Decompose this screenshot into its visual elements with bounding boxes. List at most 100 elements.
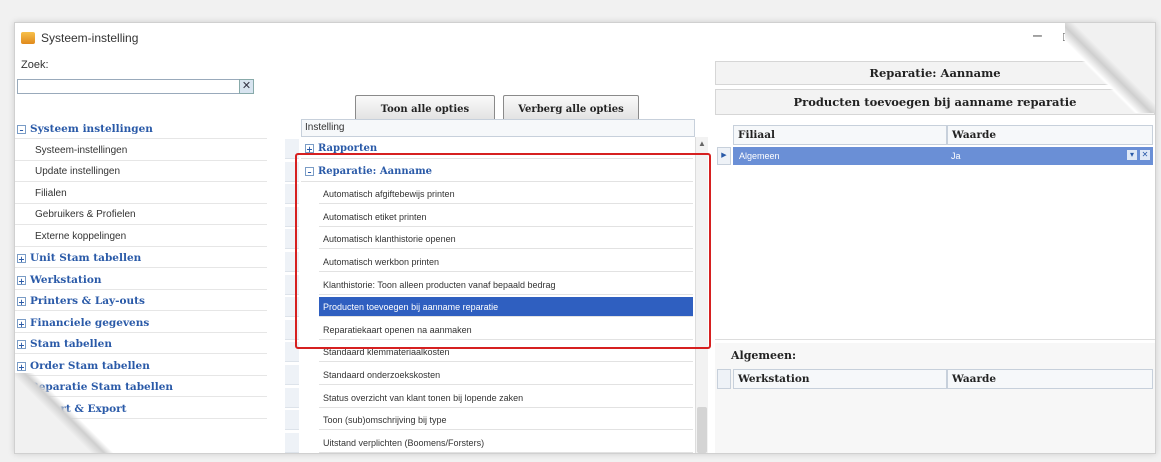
- row-indicator: [285, 252, 299, 272]
- expand-icon[interactable]: +: [17, 254, 26, 263]
- tree-label: Stam tabellen: [30, 338, 112, 350]
- setting-label: Automatisch afgiftebewijs printen: [323, 189, 455, 200]
- setting-label: Rapporten: [318, 143, 378, 154]
- tree-category[interactable]: + Printers & Lay-outs: [15, 291, 267, 311]
- table-row[interactable]: Algemeen Ja ▾ ✕: [733, 147, 1153, 165]
- row-indicator: [285, 365, 299, 385]
- tree-item[interactable]: Update instellingen: [15, 162, 267, 182]
- clear-value-icon[interactable]: ✕: [1139, 149, 1151, 161]
- setting-row[interactable]: Uitstand verplichten (Boomens/Forsters): [319, 433, 693, 453]
- setting-row[interactable]: Automatisch werkbon printen: [319, 252, 693, 272]
- tree-category[interactable]: + Unit Stam tabellen: [15, 248, 267, 268]
- setting-row[interactable]: Standaard onderzoekskosten: [319, 365, 693, 385]
- row-indicator: [285, 319, 299, 340]
- expand-icon[interactable]: +: [17, 318, 26, 328]
- vertical-scrollbar[interactable]: ▲: [695, 137, 708, 453]
- app-folder-icon: [21, 32, 35, 44]
- setting-label: Automatisch klanthistorie openen: [323, 234, 456, 245]
- setting-label: Automatisch werkbon printen: [323, 257, 440, 267]
- setting-label: Producten toevoegen bij aanname reparati…: [323, 302, 499, 313]
- search-label: Zoek:: [21, 59, 49, 71]
- tree-label: Systeem-instellingen: [35, 144, 128, 156]
- settings-window: Systeem-instelling – □ Zoek: ✕ –Systeem …: [14, 22, 1156, 454]
- lower-row-indicator: [717, 369, 731, 389]
- setting-label: Reparatiekaart openen na aanmaken: [323, 324, 472, 335]
- cell-waarde[interactable]: Ja: [951, 147, 961, 165]
- collapse-icon[interactable]: –: [17, 125, 26, 134]
- tree-category[interactable]: + Financiele gegevens: [15, 313, 267, 333]
- tree-item[interactable]: Externe koppelingen: [15, 227, 267, 247]
- setting-label: Klanthistorie: Toon alleen producten van…: [323, 279, 556, 290]
- scroll-thumb[interactable]: [697, 407, 707, 453]
- setting-label: Reparatie: Aanname: [318, 165, 433, 177]
- tree-label: Order Stam tabellen: [30, 359, 150, 372]
- setting-label: Status overzicht van klant tonen bij lop…: [323, 392, 524, 403]
- window-title: Systeem-instelling: [41, 31, 139, 45]
- collapse-icon[interactable]: –: [305, 166, 314, 176]
- setting-label: Standaard klemmateriaalkosten: [323, 347, 450, 358]
- tree-category[interactable]: + Stam tabellen: [15, 334, 267, 354]
- scroll-up-arrow-icon[interactable]: ▲: [696, 137, 708, 151]
- column-header-waarde: Waarde: [947, 125, 1153, 145]
- setting-row[interactable]: Automatisch etiket printen: [319, 207, 693, 227]
- setting-row[interactable]: Reparatiekaart openen na aanmaken: [319, 320, 693, 340]
- column-header-filiaal: Filiaal: [733, 125, 947, 145]
- tree-label: Printers & Lay-outs: [30, 295, 145, 307]
- setting-label: Automatisch etiket printen: [323, 211, 427, 222]
- tree-label: Financiele gegevens: [30, 316, 150, 329]
- tree-label: Update instellingen: [35, 166, 121, 177]
- row-indicator: [285, 161, 299, 182]
- row-indicator: [285, 387, 299, 408]
- settings-group-row[interactable]: – Reparatie: Aanname: [301, 162, 693, 182]
- setting-label: Uitstand verplichten (Boomens/Forsters): [323, 437, 485, 448]
- row-indicator: [285, 206, 299, 227]
- row-indicator: [285, 229, 299, 250]
- dropdown-icon[interactable]: ▾: [1126, 149, 1138, 161]
- minimize-button[interactable]: –: [1033, 27, 1042, 45]
- setting-row[interactable]: Automatisch klanthistorie openen: [319, 229, 693, 250]
- expand-icon[interactable]: +: [17, 340, 26, 349]
- tree-label: Filialen: [35, 187, 67, 199]
- row-indicator: [285, 184, 299, 205]
- page-curl-decoration: [1065, 23, 1155, 113]
- search-input[interactable]: [17, 79, 239, 94]
- tree-item[interactable]: Systeem-instellingen: [15, 141, 267, 161]
- expand-icon[interactable]: +: [17, 275, 26, 285]
- tree-category[interactable]: – Systeem instellingen: [15, 119, 267, 139]
- tree-label: Externe koppelingen: [35, 230, 127, 242]
- setting-row[interactable]: Klanthistorie: Toon alleen producten van…: [319, 275, 693, 295]
- tree-category[interactable]: + Werkstation: [15, 270, 267, 290]
- tree-label: Unit Stam tabellen: [30, 252, 142, 264]
- setting-row[interactable]: Toon (sub)omschrijving bij type: [319, 410, 693, 431]
- settings-group-row[interactable]: + Rapporten: [301, 139, 693, 159]
- setting-row[interactable]: Status overzicht van klant tonen bij lop…: [319, 388, 693, 408]
- setting-label: Standaard onderzoekskosten: [323, 370, 441, 380]
- setting-row[interactable]: Standaard klemmateriaalkosten: [319, 342, 693, 363]
- lower-panel-title: Algemeen:: [731, 349, 797, 362]
- clear-search-button[interactable]: ✕: [239, 79, 254, 94]
- tree-label: Systeem instellingen: [30, 123, 153, 135]
- tree-label: Werkstation: [30, 273, 102, 286]
- expand-icon[interactable]: +: [305, 144, 314, 153]
- setting-row[interactable]: Producten toevoegen bij aanname reparati…: [319, 297, 693, 318]
- expand-icon[interactable]: +: [17, 361, 26, 371]
- row-indicator: [285, 342, 299, 363]
- row-indicator: [285, 274, 299, 295]
- title-bar: Systeem-instelling – □: [15, 23, 1155, 53]
- row-indicator: [285, 139, 299, 159]
- cell-filiaal: Algemeen: [739, 151, 780, 161]
- column-header-waarde-lower: Waarde: [947, 369, 1153, 389]
- settings-grid: Instelling ▲ + Rapporten – Reparatie: Aanna…: [285, 119, 709, 453]
- row-indicator: [285, 297, 299, 318]
- setting-row[interactable]: Automatisch afgiftebewijs printen: [319, 184, 693, 205]
- row-indicator: [285, 432, 299, 453]
- column-header-werkstation: Werkstation: [733, 369, 947, 389]
- column-header-setting: Instelling: [301, 119, 695, 137]
- page-curl-decoration-bottom: [15, 373, 125, 453]
- expand-icon[interactable]: +: [17, 297, 26, 306]
- tree-label: Gebruikers & Profielen: [35, 209, 136, 220]
- tree-item[interactable]: Gebruikers & Profielen: [15, 205, 267, 225]
- row-indicator: [285, 410, 299, 431]
- tree-item[interactable]: Filialen: [15, 184, 267, 204]
- row-indicator-icon: ▶: [717, 147, 731, 165]
